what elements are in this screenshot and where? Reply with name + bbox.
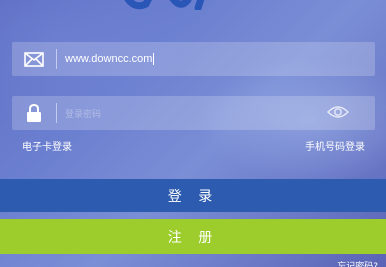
- forgot-password-link[interactable]: 忘记密码?: [337, 259, 378, 267]
- field-divider: [56, 49, 57, 69]
- phone-login-link[interactable]: 手机号码登录: [305, 138, 365, 153]
- password-placeholder[interactable]: 登录密码: [65, 107, 101, 120]
- password-field[interactable]: 登录密码: [12, 96, 375, 130]
- envelope-icon: [12, 42, 56, 76]
- field-divider: [56, 103, 57, 123]
- card-login-link[interactable]: 电子卡登录: [22, 138, 72, 153]
- text-caret: [153, 53, 155, 65]
- app-logo: [124, 0, 205, 10]
- email-field[interactable]: www.downcc.com: [12, 42, 375, 76]
- alt-login-row: 电子卡登录 手机号码登录: [22, 138, 365, 153]
- email-value[interactable]: www.downcc.com: [65, 53, 152, 65]
- lock-icon: [12, 96, 56, 130]
- eye-icon[interactable]: [327, 104, 349, 124]
- register-button[interactable]: 注 册: [0, 219, 386, 254]
- login-button[interactable]: 登 录: [0, 179, 386, 212]
